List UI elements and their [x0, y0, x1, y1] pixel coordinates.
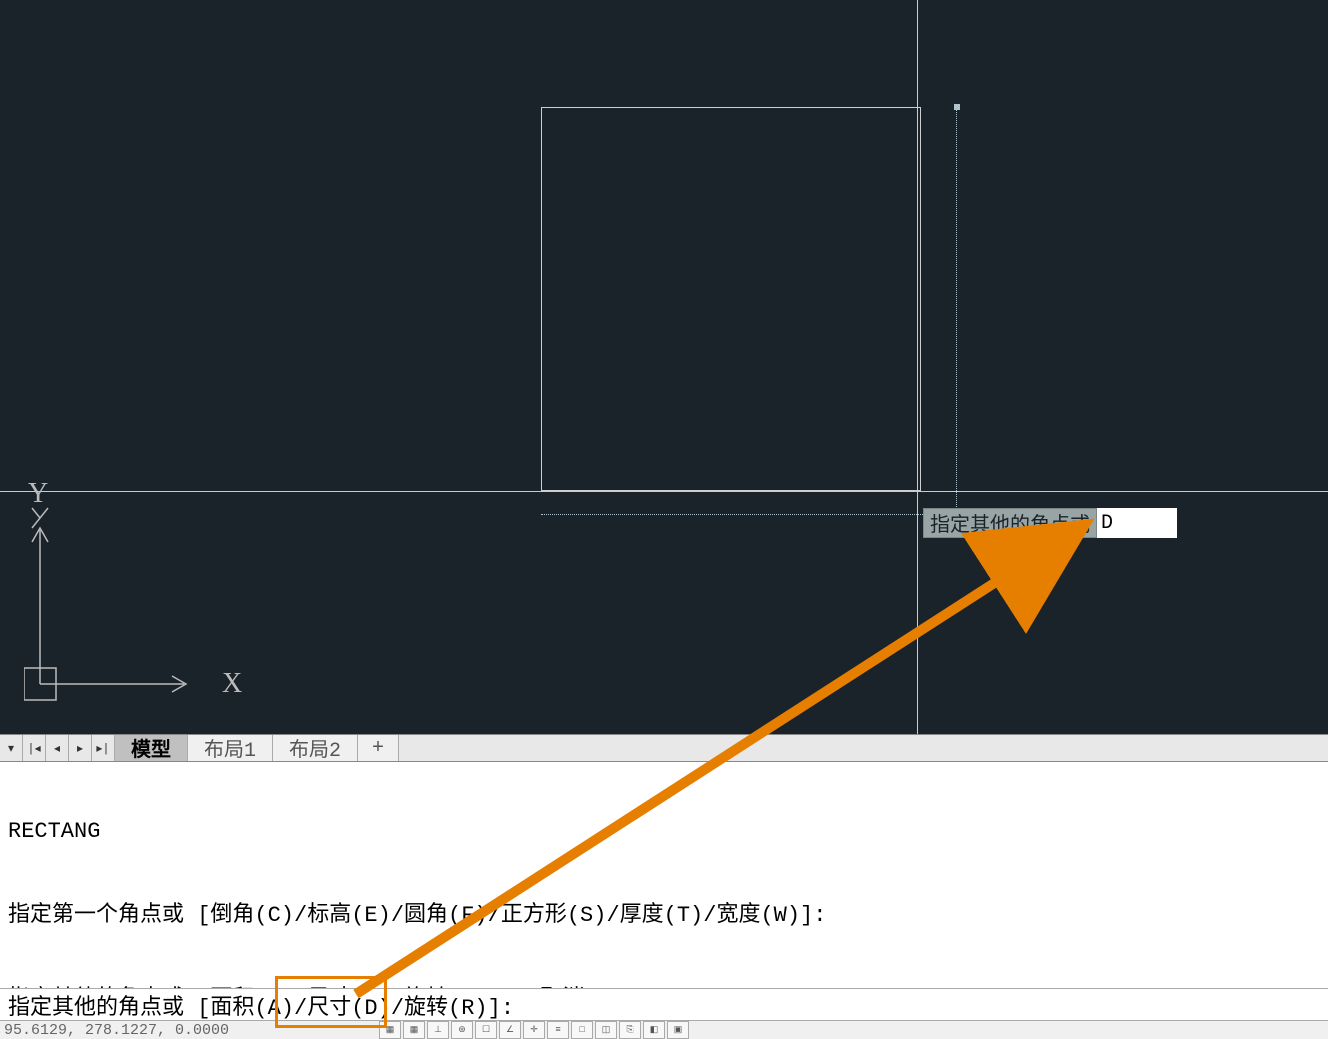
status-coords: 95.6129, 278.1227, 0.0000 [4, 1022, 229, 1039]
status-toggle-otrack-icon[interactable]: ∠ [499, 1021, 521, 1039]
ucs-x-label: X [222, 668, 242, 699]
status-toggle-group: ▦ ▦ ⊥ ⊛ ☐ ∠ ✛ ≡ □ ◫ ⎘ ◧ ▣ [379, 1021, 689, 1039]
status-toggle-icon[interactable]: □ [571, 1021, 593, 1039]
status-toggle-polar-icon[interactable]: ⊛ [451, 1021, 473, 1039]
status-toggle-icon[interactable]: ⎘ [619, 1021, 641, 1039]
dynamic-input-prompt: 指定其他的角点或 [923, 508, 1177, 538]
svg-text:Y: Y [28, 478, 48, 509]
status-toggle-icon[interactable]: ◧ [643, 1021, 665, 1039]
layout-tabs: ▾ |◂ ◂ ▸ ▸| 模型 布局1 布局2 + [0, 734, 1328, 762]
tab-model[interactable]: 模型 [115, 735, 188, 761]
ucs-icon: X Y Y [24, 470, 244, 710]
status-toggle-lwt-icon[interactable]: ≡ [547, 1021, 569, 1039]
tab-prev-icon[interactable]: ◂ [46, 735, 69, 761]
tab-scroll-left-icon[interactable]: ▾ [0, 735, 23, 761]
dynamic-prompt-input[interactable] [1097, 508, 1177, 538]
command-history: RECTANG 指定第一个角点或 [倒角(C)/标高(E)/圆角(F)/正方形(… [0, 762, 1328, 988]
status-toggle-icon[interactable]: ◫ [595, 1021, 617, 1039]
command-line[interactable]: 指定其他的角点或 [面积(A)/尺寸(D)/旋转(R)]: [0, 988, 1328, 1020]
cmd-line-text: 指定第一个角点或 [倒角(C)/标高(E)/圆角(F)/正方形(S)/厚度(T)… [8, 902, 1320, 930]
rectangle-preview-rubberband [541, 107, 957, 515]
dynamic-prompt-label: 指定其他的角点或 [923, 508, 1097, 538]
status-toggle-snap-icon[interactable]: ▦ [403, 1021, 425, 1039]
tab-last-icon[interactable]: ▸| [92, 735, 115, 761]
tab-layout-1[interactable]: 布局1 [188, 735, 273, 761]
status-toggle-icon[interactable]: ▣ [667, 1021, 689, 1039]
cmd-line-text: RECTANG [8, 818, 1320, 846]
drawing-canvas[interactable]: X Y Y 指定其他的角点或 [0, 0, 1328, 734]
status-toggle-osnap-icon[interactable]: ☐ [475, 1021, 497, 1039]
status-toggle-grid-icon[interactable]: ▦ [379, 1021, 401, 1039]
tab-first-icon[interactable]: |◂ [23, 735, 46, 761]
command-line-prompt: 指定其他的角点或 [面积(A)/尺寸(D)/旋转(R)]: [8, 989, 514, 1021]
status-toggle-dyn-icon[interactable]: ✛ [523, 1021, 545, 1039]
status-toggle-ortho-icon[interactable]: ⊥ [427, 1021, 449, 1039]
tab-add-button[interactable]: + [358, 735, 399, 761]
tab-layout-2[interactable]: 布局2 [273, 735, 358, 761]
grip-point [954, 104, 960, 110]
status-bar: 95.6129, 278.1227, 0.0000 ▦ ▦ ⊥ ⊛ ☐ ∠ ✛ … [0, 1020, 1328, 1039]
tab-next-icon[interactable]: ▸ [69, 735, 92, 761]
